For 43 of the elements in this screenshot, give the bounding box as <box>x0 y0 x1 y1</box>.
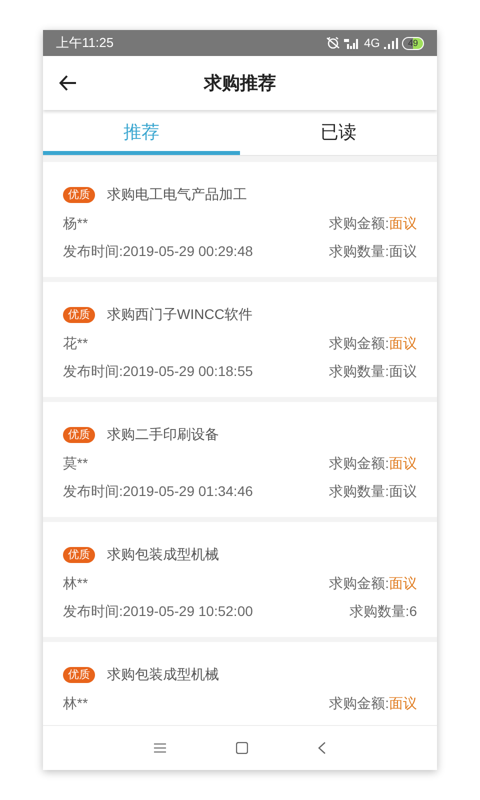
quantity-text: 求购数量:面议 <box>329 362 417 380</box>
request-title: 求购包装成型机械 <box>107 665 219 684</box>
buyer-name: 林** <box>63 574 88 592</box>
request-card[interactable]: 优质 求购包装成型机械 林** 求购金额:面议 <box>43 642 437 725</box>
publish-time: 发布时间:2019-05-29 01:34:46 <box>63 482 253 500</box>
page-title: 求购推荐 <box>202 72 277 94</box>
request-card[interactable]: 优质 求购二手印刷设备 莫** 求购金额:面议 发布时间:2019-05-29 01:34:46 求购数量:面议 <box>43 402 437 517</box>
quality-badge: 优质 <box>63 306 95 322</box>
request-title: 求购西门子WINCC软件 <box>107 305 252 324</box>
publish-time: 发布时间:2019-05-29 00:18:55 <box>63 362 253 380</box>
tab[interactable]: 已读 <box>240 110 437 155</box>
request-title: 求购电工电气产品加工 <box>107 185 247 204</box>
amount-text: 求购金额:面议 <box>329 694 417 712</box>
amount-text: 求购金额:面议 <box>329 454 417 472</box>
publish-time: 发布时间:2019-05-29 00:29:48 <box>63 242 253 260</box>
amount-text: 求购金额:面议 <box>329 334 417 352</box>
signal-icon <box>384 38 398 48</box>
quality-badge: 优质 <box>63 426 95 442</box>
buyer-name: 杨** <box>63 214 88 232</box>
alarm-off-icon <box>326 37 340 49</box>
home-icon[interactable] <box>236 742 248 754</box>
quality-badge: 优质 <box>63 546 95 562</box>
buyer-name: 花** <box>63 334 88 352</box>
amount-text: 求购金额:面议 <box>329 574 417 592</box>
request-title: 求购包装成型机械 <box>107 545 219 564</box>
request-card[interactable]: 优质 求购西门子WINCC软件 花** 求购金额:面议 发布时间:2019-05-29 00:18:55 求购数量:面议 <box>43 282 437 397</box>
quality-badge: 优质 <box>63 186 95 202</box>
buyer-name: 莫** <box>63 454 88 472</box>
request-card[interactable]: 优质 求购电工电气产品加工 杨** 求购金额:面议 发布时间:2019-05-29 00:29:48 求购数量:面议 <box>43 162 437 277</box>
quantity-text: 求购数量:面议 <box>329 482 417 500</box>
request-title: 求购二手印刷设备 <box>107 425 219 444</box>
publish-time: 发布时间:2019-05-29 10:52:00 <box>63 602 253 620</box>
status-time: 上午11:25 <box>56 34 114 52</box>
menu-icon[interactable] <box>154 743 166 753</box>
quantity-text: 求购数量:6 <box>349 602 417 620</box>
network-type: 4G <box>364 35 380 52</box>
quality-badge: 优质 <box>63 666 95 682</box>
quantity-text: 求购数量:面议 <box>329 242 417 260</box>
request-card[interactable]: 优质 求购包装成型机械 林** 求购金额:面议 发布时间:2019-05-29 10:52:00 求购数量:6 <box>43 522 437 637</box>
buyer-name: 林** <box>63 694 88 712</box>
amount-text: 求购金额:面议 <box>329 214 417 232</box>
signal-icon <box>344 38 360 48</box>
back-icon[interactable] <box>59 75 77 91</box>
